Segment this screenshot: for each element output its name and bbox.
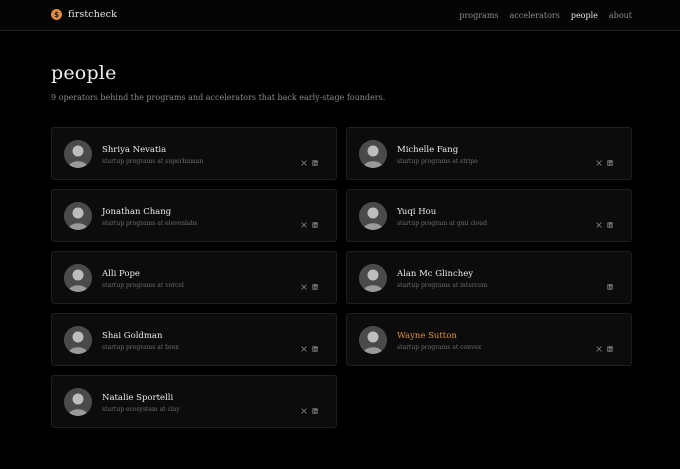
x-logo-icon[interactable] bbox=[301, 275, 307, 290]
person-card[interactable]: Natalie Sportelli startup ecosystem at c… bbox=[51, 375, 337, 428]
person-name: Michelle Fang bbox=[397, 145, 459, 155]
person-card[interactable]: Alli Pope startup programs at vercel bbox=[51, 251, 337, 304]
avatar bbox=[359, 202, 387, 230]
social-links bbox=[301, 399, 318, 414]
person-role: startup programs at elevenlabs bbox=[102, 220, 198, 227]
person-card[interactable]: Alan Mc Glinchey startup programs at int… bbox=[346, 251, 632, 304]
avatar-photo-icon bbox=[64, 388, 92, 416]
person-card[interactable]: Shriya Nevatia startup programs at super… bbox=[51, 127, 337, 180]
linkedin-icon[interactable] bbox=[312, 399, 318, 414]
person-role: startup programs at vercel bbox=[102, 282, 184, 289]
person-name: Wayne Sutton bbox=[397, 331, 457, 341]
avatar-photo-icon bbox=[359, 140, 387, 168]
person-name: Shai Goldman bbox=[102, 331, 163, 341]
avatar-photo-icon bbox=[359, 264, 387, 292]
avatar-photo-icon bbox=[359, 202, 387, 230]
brand-link[interactable]: $ firstcheck bbox=[51, 9, 117, 20]
linkedin-icon[interactable] bbox=[607, 151, 613, 166]
person-role: startup programs at intercom bbox=[397, 282, 488, 289]
linkedin-icon[interactable] bbox=[312, 275, 318, 290]
person-role: startup ecosystem at clay bbox=[102, 406, 180, 413]
person-role: startup programs at superhuman bbox=[102, 158, 204, 165]
person-role: startup programs at convex bbox=[397, 344, 482, 351]
avatar-photo-icon bbox=[64, 202, 92, 230]
person-role: startup program at gmi cloud bbox=[397, 220, 488, 227]
linkedin-icon[interactable] bbox=[607, 337, 613, 352]
nav-programs[interactable]: programs bbox=[459, 11, 498, 20]
page-subtitle: 9 operators behind the programs and acce… bbox=[51, 93, 386, 102]
avatar-photo-icon bbox=[64, 264, 92, 292]
avatar bbox=[64, 388, 92, 416]
social-links bbox=[596, 151, 613, 166]
people-grid: Shriya Nevatia startup programs at super… bbox=[51, 127, 632, 428]
person-card[interactable]: Shai Goldman startup programs at brex bbox=[51, 313, 337, 366]
brand-name: firstcheck bbox=[68, 9, 117, 20]
person-role: startup programs at stripe bbox=[397, 158, 478, 165]
person-name: Yuqi Hou bbox=[397, 207, 437, 217]
linkedin-icon[interactable] bbox=[607, 213, 613, 228]
social-links bbox=[607, 275, 613, 290]
person-card[interactable]: Jonathan Chang startup programs at eleve… bbox=[51, 189, 337, 242]
avatar bbox=[359, 326, 387, 354]
top-navigation-bar: $ firstcheck programs accelerators peopl… bbox=[0, 0, 680, 31]
x-logo-icon[interactable] bbox=[301, 213, 307, 228]
social-links bbox=[301, 337, 318, 352]
avatar bbox=[64, 202, 92, 230]
page-title: people bbox=[51, 62, 117, 84]
x-logo-icon[interactable] bbox=[301, 399, 307, 414]
person-name: Alan Mc Glinchey bbox=[397, 269, 474, 279]
person-card[interactable]: Yuqi Hou startup program at gmi cloud bbox=[346, 189, 632, 242]
linkedin-icon[interactable] bbox=[312, 151, 318, 166]
avatar bbox=[64, 264, 92, 292]
nav-about[interactable]: about bbox=[609, 11, 632, 20]
dollar-coin-icon: $ bbox=[51, 9, 62, 20]
person-name: Natalie Sportelli bbox=[102, 393, 174, 403]
person-name: Jonathan Chang bbox=[102, 207, 172, 217]
avatar bbox=[64, 326, 92, 354]
main-nav: programs accelerators people about bbox=[459, 11, 632, 20]
nav-accelerators[interactable]: accelerators bbox=[510, 11, 560, 20]
avatar-photo-icon bbox=[64, 140, 92, 168]
x-logo-icon[interactable] bbox=[301, 337, 307, 352]
person-card[interactable]: Wayne Sutton startup programs at convex bbox=[346, 313, 632, 366]
person-card[interactable]: Michelle Fang startup programs at stripe bbox=[346, 127, 632, 180]
social-links bbox=[301, 275, 318, 290]
avatar bbox=[359, 140, 387, 168]
nav-people[interactable]: people bbox=[571, 11, 598, 20]
x-logo-icon[interactable] bbox=[596, 151, 602, 166]
social-links bbox=[596, 337, 613, 352]
avatar-photo-icon bbox=[64, 326, 92, 354]
x-logo-icon[interactable] bbox=[596, 213, 602, 228]
avatar-photo-icon bbox=[359, 326, 387, 354]
avatar bbox=[359, 264, 387, 292]
x-logo-icon[interactable] bbox=[596, 337, 602, 352]
linkedin-icon[interactable] bbox=[312, 213, 318, 228]
linkedin-icon[interactable] bbox=[312, 337, 318, 352]
person-name: Shriya Nevatia bbox=[102, 145, 167, 155]
social-links bbox=[301, 151, 318, 166]
person-role: startup programs at brex bbox=[102, 344, 179, 351]
x-logo-icon[interactable] bbox=[301, 151, 307, 166]
avatar bbox=[64, 140, 92, 168]
social-links bbox=[301, 213, 318, 228]
person-name: Alli Pope bbox=[102, 269, 140, 279]
social-links bbox=[596, 213, 613, 228]
linkedin-icon[interactable] bbox=[607, 275, 613, 290]
